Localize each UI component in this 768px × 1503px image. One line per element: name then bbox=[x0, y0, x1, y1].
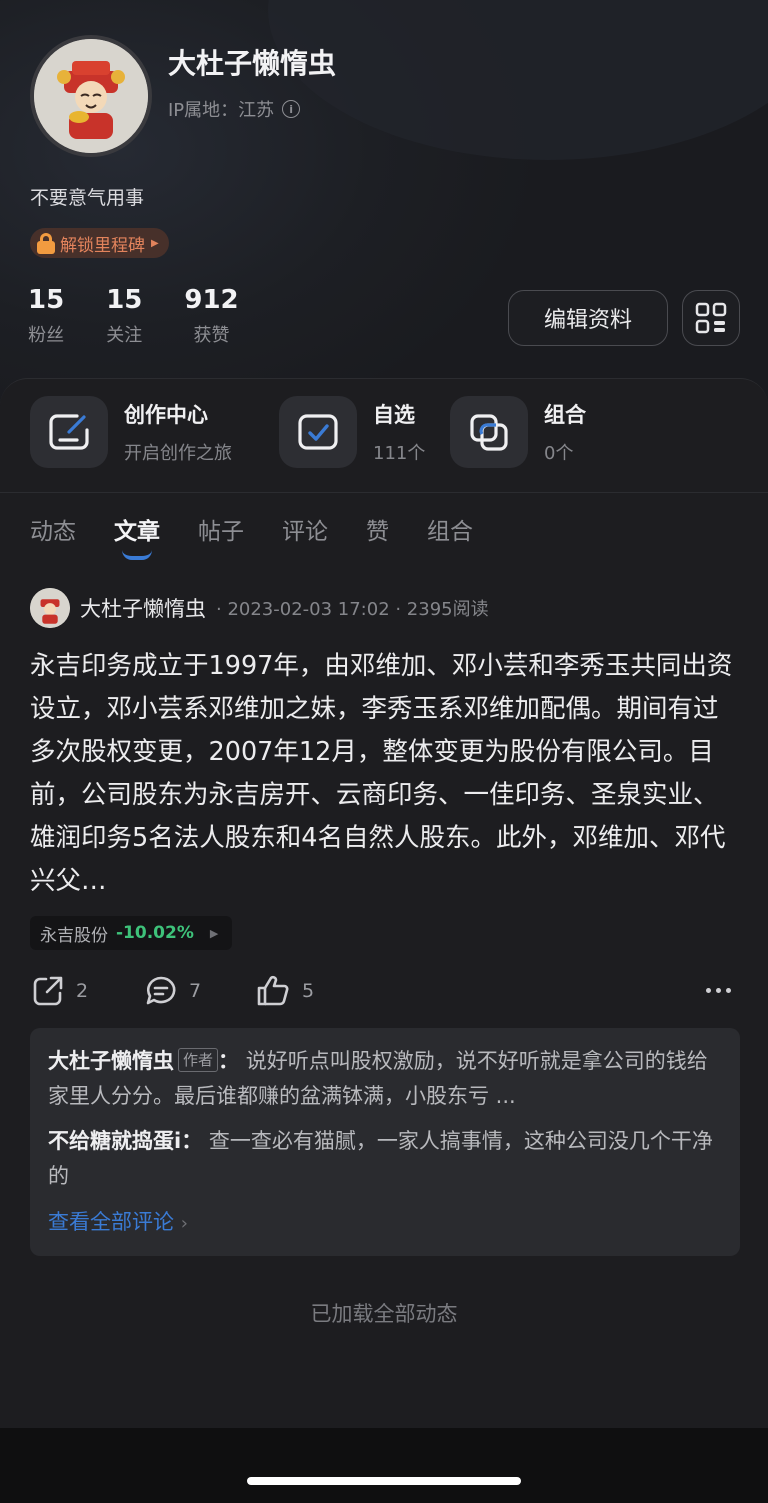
end-of-feed-note: 已加载全部动态 bbox=[310, 1302, 458, 1326]
stat-followers[interactable]: 15 粉丝 bbox=[28, 285, 64, 347]
info-icon[interactable]: i bbox=[282, 100, 301, 118]
more-options-icon[interactable] bbox=[706, 988, 731, 993]
stock-tag[interactable]: 永吉股份 -10.02% ▶ bbox=[30, 916, 233, 950]
header-decoration bbox=[268, 0, 768, 160]
tab-activity[interactable]: 动态 bbox=[30, 512, 76, 546]
edit-icon bbox=[49, 414, 89, 450]
stat-following[interactable]: 15 关注 bbox=[106, 285, 142, 347]
stat-value: 15 bbox=[28, 285, 65, 315]
post-author-avatar[interactable] bbox=[30, 588, 70, 628]
grid-icon bbox=[695, 302, 727, 334]
stat-value: 912 bbox=[184, 285, 239, 315]
grid-menu-button[interactable] bbox=[682, 290, 740, 346]
profile-bio: 不要意气用事 bbox=[30, 187, 145, 209]
tab-comments[interactable]: 评论 bbox=[282, 512, 328, 546]
lock-icon bbox=[36, 232, 56, 254]
bottom-bar bbox=[0, 1428, 768, 1503]
thumbs-up-icon bbox=[257, 975, 289, 1006]
quick-link-subtitle: 0个 bbox=[544, 443, 574, 464]
quick-link-watchlist[interactable]: 自选 111个 bbox=[279, 396, 425, 468]
home-indicator[interactable] bbox=[247, 1477, 521, 1485]
watchlist-icon-box bbox=[279, 396, 357, 468]
portfolio-icon bbox=[470, 414, 508, 451]
quick-link-subtitle: 111个 bbox=[373, 443, 426, 464]
author-tag: 作者 bbox=[178, 1048, 219, 1072]
creator-icon-box bbox=[30, 396, 108, 468]
tab-portfolio[interactable]: 组合 bbox=[427, 512, 473, 546]
stat-likes[interactable]: 912 获赞 bbox=[184, 285, 238, 347]
stat-value: 15 bbox=[106, 285, 143, 315]
quick-link-creator-center[interactable]: 创作中心 开启创作之旅 bbox=[30, 396, 232, 468]
share-icon bbox=[33, 976, 63, 1006]
ip-location: IP属地：江苏 i bbox=[168, 96, 301, 122]
post-actions: 2 7 5 bbox=[0, 975, 768, 1011]
stock-name: 永吉股份 bbox=[40, 925, 108, 946]
profile-stats: 15 粉丝 15 关注 912 获赞 bbox=[28, 285, 281, 347]
post-header: 大杜子懒惰虫 · 2023-02-03 17:02 · 2395阅读 bbox=[30, 588, 489, 628]
tab-posts[interactable]: 帖子 bbox=[198, 512, 244, 546]
portfolio-icon-box bbox=[450, 396, 528, 468]
checkbox-icon bbox=[298, 414, 338, 450]
stat-label: 获赞 bbox=[193, 325, 230, 346]
edit-profile-button[interactable]: 编辑资料 bbox=[508, 290, 668, 346]
comment-preview[interactable]: 大杜子懒惰虫 作者： 说好听点叫股权激励，说不好听就是拿公司的钱给家里人分分。最后… bbox=[30, 1028, 740, 1256]
comment-author[interactable]: 不给糖就捣蛋i bbox=[48, 1129, 181, 1153]
content-tabs: 动态 文章 帖子 评论 赞 组合 bbox=[30, 512, 511, 546]
milestone-badge[interactable]: 解锁里程碑 ▶ bbox=[30, 228, 169, 258]
tab-likes[interactable]: 赞 bbox=[366, 512, 389, 546]
comment-item: 大杜子懒惰虫 作者： 说好听点叫股权激励，说不好听就是拿公司的钱给家里人分分。最后… bbox=[48, 1048, 708, 1108]
quick-link-title: 组合 bbox=[544, 403, 586, 427]
comment-button[interactable]: 7 bbox=[145, 975, 201, 1007]
stock-change: -10.02% bbox=[116, 923, 194, 943]
play-arrow-icon: ▶ bbox=[151, 237, 159, 249]
view-all-comments-label: 查看全部评论 bbox=[48, 1210, 174, 1234]
like-count: 5 bbox=[302, 980, 315, 1002]
avatar[interactable] bbox=[30, 35, 152, 157]
quick-link-subtitle: 开启创作之旅 bbox=[124, 443, 232, 464]
comment-icon bbox=[146, 976, 176, 1005]
comment-item: 不给糖就捣蛋i： 查一查必有猫腻，一家人搞事情，这种公司没几个干净的 bbox=[48, 1129, 713, 1188]
quick-link-title: 自选 bbox=[373, 403, 415, 427]
stat-label: 粉丝 bbox=[28, 325, 65, 346]
ip-location-text: IP属地：江苏 bbox=[168, 100, 275, 121]
divider bbox=[0, 492, 768, 493]
comment-author[interactable]: 大杜子懒惰虫 bbox=[48, 1049, 174, 1073]
post-author-name[interactable]: 大杜子懒惰虫 bbox=[80, 593, 206, 623]
tab-articles[interactable]: 文章 bbox=[114, 512, 160, 546]
quick-link-portfolio[interactable]: 组合 0个 bbox=[450, 396, 586, 468]
profile-username: 大杜子懒惰虫 bbox=[168, 47, 337, 80]
share-count: 2 bbox=[76, 980, 89, 1002]
chevron-right-icon: › bbox=[180, 1213, 188, 1234]
comment-count: 7 bbox=[189, 980, 202, 1002]
stat-label: 关注 bbox=[106, 325, 143, 346]
like-button[interactable]: 5 bbox=[256, 975, 314, 1007]
post-meta: · 2023-02-03 17:02 · 2395阅读 bbox=[216, 599, 489, 620]
post-body[interactable]: 永吉印务成立于1997年，由邓维加、邓小芸和李秀玉共同出资设立，邓小芸系邓维加之… bbox=[30, 645, 740, 903]
play-arrow-icon: ▶ bbox=[209, 926, 219, 940]
share-button[interactable]: 2 bbox=[32, 975, 88, 1007]
view-all-comments-link[interactable]: 查看全部评论 › bbox=[48, 1206, 722, 1236]
milestone-label: 解锁里程碑 bbox=[60, 235, 145, 256]
quick-link-title: 创作中心 bbox=[124, 403, 208, 427]
